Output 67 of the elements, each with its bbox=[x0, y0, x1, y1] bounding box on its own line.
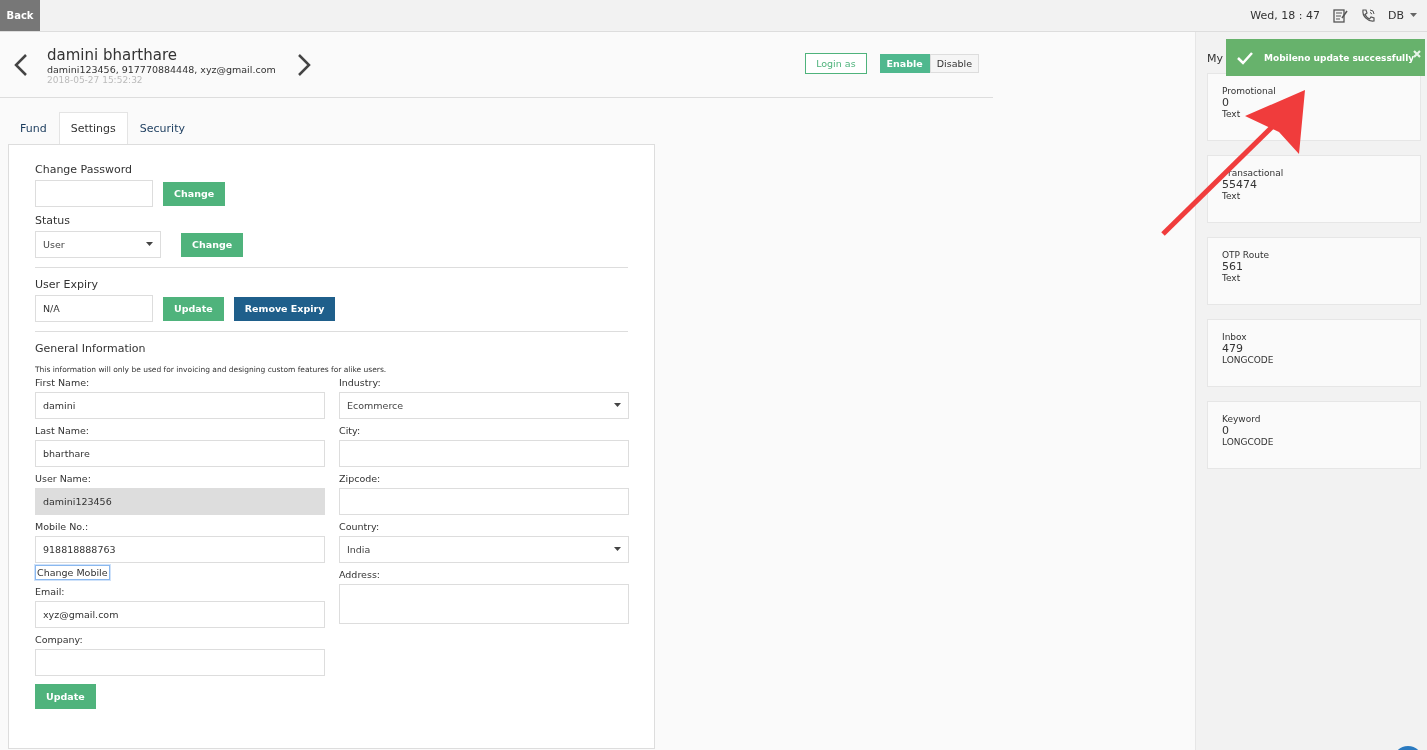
input-field[interactable] bbox=[35, 649, 325, 676]
balance-name: Keyword bbox=[1222, 414, 1262, 424]
input-field[interactable]: xyz@gmail.com bbox=[35, 601, 325, 628]
balance-unit: LONGCODE bbox=[1222, 355, 1275, 365]
balance-count: 561 bbox=[1222, 260, 1244, 273]
notepad-icon[interactable] bbox=[1331, 7, 1348, 24]
caret-icon bbox=[614, 403, 621, 408]
field-label: Zipcode: bbox=[339, 473, 381, 484]
balance-name: ransactional bbox=[1227, 168, 1285, 178]
input-field[interactable] bbox=[339, 440, 629, 467]
input-field[interactable]: 918818888763 bbox=[35, 536, 325, 563]
caret-icon bbox=[146, 242, 153, 247]
caret-icon bbox=[614, 547, 621, 552]
field-label: First Name: bbox=[35, 377, 90, 388]
user-menu[interactable]: DB bbox=[1387, 9, 1417, 22]
select-field[interactable]: Ecommerce bbox=[339, 392, 629, 419]
section-title: General Information bbox=[35, 342, 147, 355]
section-label: Status bbox=[35, 214, 72, 227]
field-label: User Name: bbox=[35, 473, 91, 484]
tab[interactable]: Settings bbox=[58, 112, 128, 144]
balance-unit: LONGCODE bbox=[1222, 437, 1275, 447]
balance-unit: Text bbox=[1222, 191, 1242, 201]
change-mobile-button[interactable]: Change Mobile bbox=[35, 565, 110, 580]
previous-icon[interactable] bbox=[13, 52, 29, 77]
tab[interactable]: Fund bbox=[8, 112, 59, 144]
user-details: damini123456, 917770884448, xyz@gmail.com bbox=[47, 64, 276, 75]
expiry-field[interactable]: N/A bbox=[35, 295, 153, 322]
field-label: Company: bbox=[35, 634, 83, 645]
user-name: damini bharthare bbox=[47, 46, 178, 64]
tab[interactable]: Security bbox=[127, 112, 197, 144]
balance-name: Promotional bbox=[1222, 86, 1277, 96]
field-label: Country: bbox=[339, 521, 380, 532]
clock-time: Wed, 18 : 47 bbox=[1250, 9, 1320, 22]
created-date: 2018-05-27 15:52:32 bbox=[47, 75, 144, 85]
back-button[interactable]: Back bbox=[0, 0, 40, 31]
remove-expiry-button[interactable]: Remove Expiry bbox=[233, 296, 336, 321]
field-label: Address: bbox=[339, 569, 381, 580]
password-field[interactable] bbox=[35, 180, 153, 207]
balance-count: 0 bbox=[1222, 96, 1230, 109]
next-icon[interactable] bbox=[295, 52, 312, 77]
toggle-button[interactable]: Disable bbox=[929, 54, 979, 73]
input-field[interactable]: damini bbox=[35, 392, 325, 419]
balance-unit: Text bbox=[1222, 273, 1242, 283]
field-label: Email: bbox=[35, 586, 65, 597]
select-field[interactable]: India bbox=[339, 536, 629, 563]
balance-count: 55474 bbox=[1222, 178, 1258, 191]
status-select[interactable]: User bbox=[35, 231, 161, 258]
input-field[interactable]: bharthare bbox=[35, 440, 325, 467]
balance-count: 0 bbox=[1222, 424, 1230, 437]
field-label: Industry: bbox=[339, 377, 381, 388]
caret-icon bbox=[1410, 13, 1417, 18]
section-label: User Expiry bbox=[35, 278, 100, 291]
balance-unit: Text bbox=[1222, 109, 1242, 119]
phone-icon[interactable] bbox=[1359, 7, 1376, 24]
balance-count: 479 bbox=[1222, 342, 1244, 355]
check-icon bbox=[1236, 50, 1254, 65]
field-label: Last Name: bbox=[35, 425, 90, 436]
close-icon[interactable] bbox=[1413, 50, 1421, 58]
input-field[interactable] bbox=[339, 488, 629, 515]
toast-message: Mobileno update successfully bbox=[1264, 52, 1415, 63]
balance-name: Inbox bbox=[1222, 332, 1248, 342]
text-area[interactable] bbox=[339, 584, 629, 624]
field-label: City: bbox=[339, 425, 361, 436]
field-label: Mobile No.: bbox=[35, 521, 89, 532]
balance-name: OTP Route bbox=[1222, 250, 1270, 260]
balance-title: My bbox=[1207, 52, 1223, 65]
section-label: Change Password bbox=[35, 163, 133, 176]
